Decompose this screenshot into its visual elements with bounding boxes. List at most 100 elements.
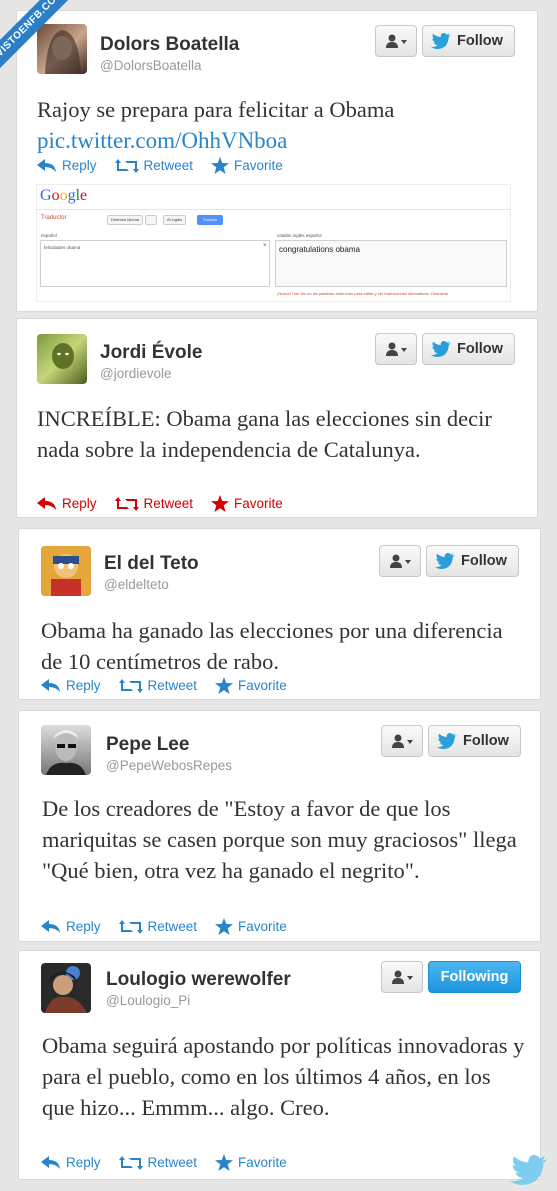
- user-dropdown-icon: [392, 970, 413, 984]
- follow-label: Follow: [461, 553, 507, 569]
- favorite-label: Favorite: [234, 158, 283, 173]
- retweet-label: Retweet: [147, 1155, 198, 1170]
- retweet-button[interactable]: Retweet: [118, 919, 198, 935]
- reply-button[interactable]: Reply: [41, 678, 101, 693]
- star-icon: [215, 918, 234, 935]
- reply-icon: [41, 1155, 60, 1169]
- tweet-text: Obama ha ganado las elecciones por una d…: [41, 618, 503, 674]
- favorite-button[interactable]: Favorite: [211, 495, 283, 512]
- reply-label: Reply: [62, 496, 97, 511]
- tweet-author-handle[interactable]: @jordievole: [100, 366, 172, 381]
- star-icon: [211, 157, 230, 174]
- tweet-actions: Reply Retweet Favorite: [41, 677, 305, 694]
- reply-icon: [37, 158, 56, 172]
- avatar[interactable]: [37, 24, 87, 74]
- tweet-author-name[interactable]: Loulogio werewolfer: [106, 969, 291, 991]
- avatar[interactable]: [41, 725, 91, 775]
- follow-button[interactable]: Follow: [422, 333, 515, 365]
- retweet-button[interactable]: Retweet: [114, 496, 193, 512]
- tweet-actions: Reply Retweet Favorite: [41, 918, 305, 935]
- reply-icon: [41, 678, 60, 692]
- retweet-icon: [118, 678, 143, 693]
- tweet-text-body: Rajoy se prepara para felicitar a Obama: [37, 97, 395, 122]
- favorite-button[interactable]: Favorite: [215, 918, 287, 935]
- user-actions-button[interactable]: [375, 333, 417, 365]
- star-icon: [215, 677, 234, 694]
- reply-button[interactable]: Reply: [41, 1155, 101, 1170]
- favorite-button[interactable]: Favorite: [211, 157, 283, 174]
- tweet-text: Obama seguirá apostando por políticas in…: [42, 1033, 525, 1120]
- twitter-bird-logo-icon: [510, 1155, 548, 1185]
- tweet-author-handle[interactable]: @DolorsBoatella: [100, 58, 202, 73]
- source-text-box: felicidades obama ×: [40, 240, 270, 287]
- translation-note: ¡Nuevo! Haz clic en las palabras anterio…: [277, 291, 449, 296]
- reply-label: Reply: [66, 1155, 101, 1170]
- target-tabs: catalán inglés español: [277, 233, 322, 238]
- source-tabs: español: [41, 233, 57, 238]
- follow-label: Follow: [463, 733, 509, 749]
- tweet-card: Jordi Évole @jordievole Follow INCREÍBLE…: [16, 318, 538, 518]
- source-text: felicidades obama: [44, 245, 81, 250]
- retweet-label: Retweet: [143, 158, 194, 173]
- translator-title: Traductor: [41, 215, 67, 221]
- tweet-author-handle[interactable]: @Loulogio_Pi: [106, 993, 190, 1008]
- reply-label: Reply: [66, 919, 101, 934]
- reply-label: Reply: [66, 678, 101, 693]
- reply-label: Reply: [62, 158, 97, 173]
- reply-button[interactable]: Reply: [41, 919, 101, 934]
- tweet-actions: Reply Retweet Favorite: [41, 1154, 305, 1171]
- translate-button: Traducir: [197, 215, 223, 225]
- user-dropdown-icon: [390, 554, 411, 568]
- tweet-author-name[interactable]: El del Teto: [104, 553, 199, 575]
- tweet-author-name[interactable]: Pepe Lee: [106, 734, 189, 756]
- user-dropdown-icon: [386, 342, 407, 356]
- target-text: congratulations obama: [279, 245, 360, 254]
- follow-button[interactable]: Follow: [428, 725, 521, 757]
- source-language-select: Detectar idioma: [107, 215, 144, 225]
- retweet-button[interactable]: Retweet: [118, 1155, 198, 1171]
- user-actions-button[interactable]: [375, 25, 417, 57]
- reply-button[interactable]: Reply: [37, 158, 97, 173]
- star-icon: [211, 495, 230, 512]
- reply-icon: [37, 496, 56, 510]
- tweet-author-handle[interactable]: @eldelteto: [104, 577, 169, 592]
- user-actions-button[interactable]: [379, 545, 421, 577]
- twitter-bird-icon: [431, 341, 451, 357]
- tweet-author-handle[interactable]: @PepeWebosRepes: [106, 758, 232, 773]
- follow-label: Follow: [457, 33, 503, 49]
- avatar[interactable]: [37, 334, 87, 384]
- google-logo: Google: [40, 187, 88, 204]
- favorite-button[interactable]: Favorite: [215, 1154, 287, 1171]
- tweet-card: Pepe Lee @PepeWebosRepes Follow De los c…: [18, 710, 541, 942]
- tweet-media-link[interactable]: pic.twitter.com/OhhVNboa: [37, 128, 287, 153]
- retweet-button[interactable]: Retweet: [114, 158, 194, 174]
- avatar[interactable]: [41, 963, 91, 1013]
- following-button[interactable]: Following: [428, 961, 521, 993]
- tweet-text: De los creadores de "Estoy a favor de qu…: [42, 796, 517, 883]
- reply-icon: [41, 919, 60, 933]
- follow-label: Follow: [457, 341, 503, 357]
- tweet-media-image[interactable]: Google Traductor Detectar idioma Al ingl…: [36, 184, 511, 302]
- tweet-author-name[interactable]: Jordi Évole: [100, 342, 202, 364]
- retweet-icon: [118, 1155, 143, 1170]
- user-actions-button[interactable]: [381, 961, 423, 993]
- avatar[interactable]: [41, 546, 91, 596]
- favorite-button[interactable]: Favorite: [215, 677, 287, 694]
- user-actions-button[interactable]: [381, 725, 423, 757]
- retweet-button[interactable]: Retweet: [118, 678, 198, 694]
- tweet-card: Loulogio werewolfer @Loulogio_Pi Followi…: [18, 950, 541, 1180]
- favorite-label: Favorite: [238, 919, 287, 934]
- retweet-icon: [114, 158, 139, 173]
- follow-button[interactable]: Follow: [426, 545, 519, 577]
- tweet-card: El del Teto @eldelteto Follow Obama ha g…: [18, 528, 541, 700]
- retweet-label: Retweet: [147, 678, 198, 693]
- tweet-actions: Reply Retweet Favorite: [37, 495, 301, 512]
- tweet-author-name[interactable]: Dolors Boatella: [100, 34, 239, 56]
- twitter-bird-icon: [437, 733, 457, 749]
- target-language-select: Al inglés: [163, 215, 187, 225]
- retweet-label: Retweet: [147, 919, 198, 934]
- follow-button[interactable]: Follow: [422, 25, 515, 57]
- twitter-bird-icon: [435, 553, 455, 569]
- tweet-text: Rajoy se prepara para felicitar a Obama …: [37, 94, 517, 156]
- reply-button[interactable]: Reply: [37, 496, 97, 511]
